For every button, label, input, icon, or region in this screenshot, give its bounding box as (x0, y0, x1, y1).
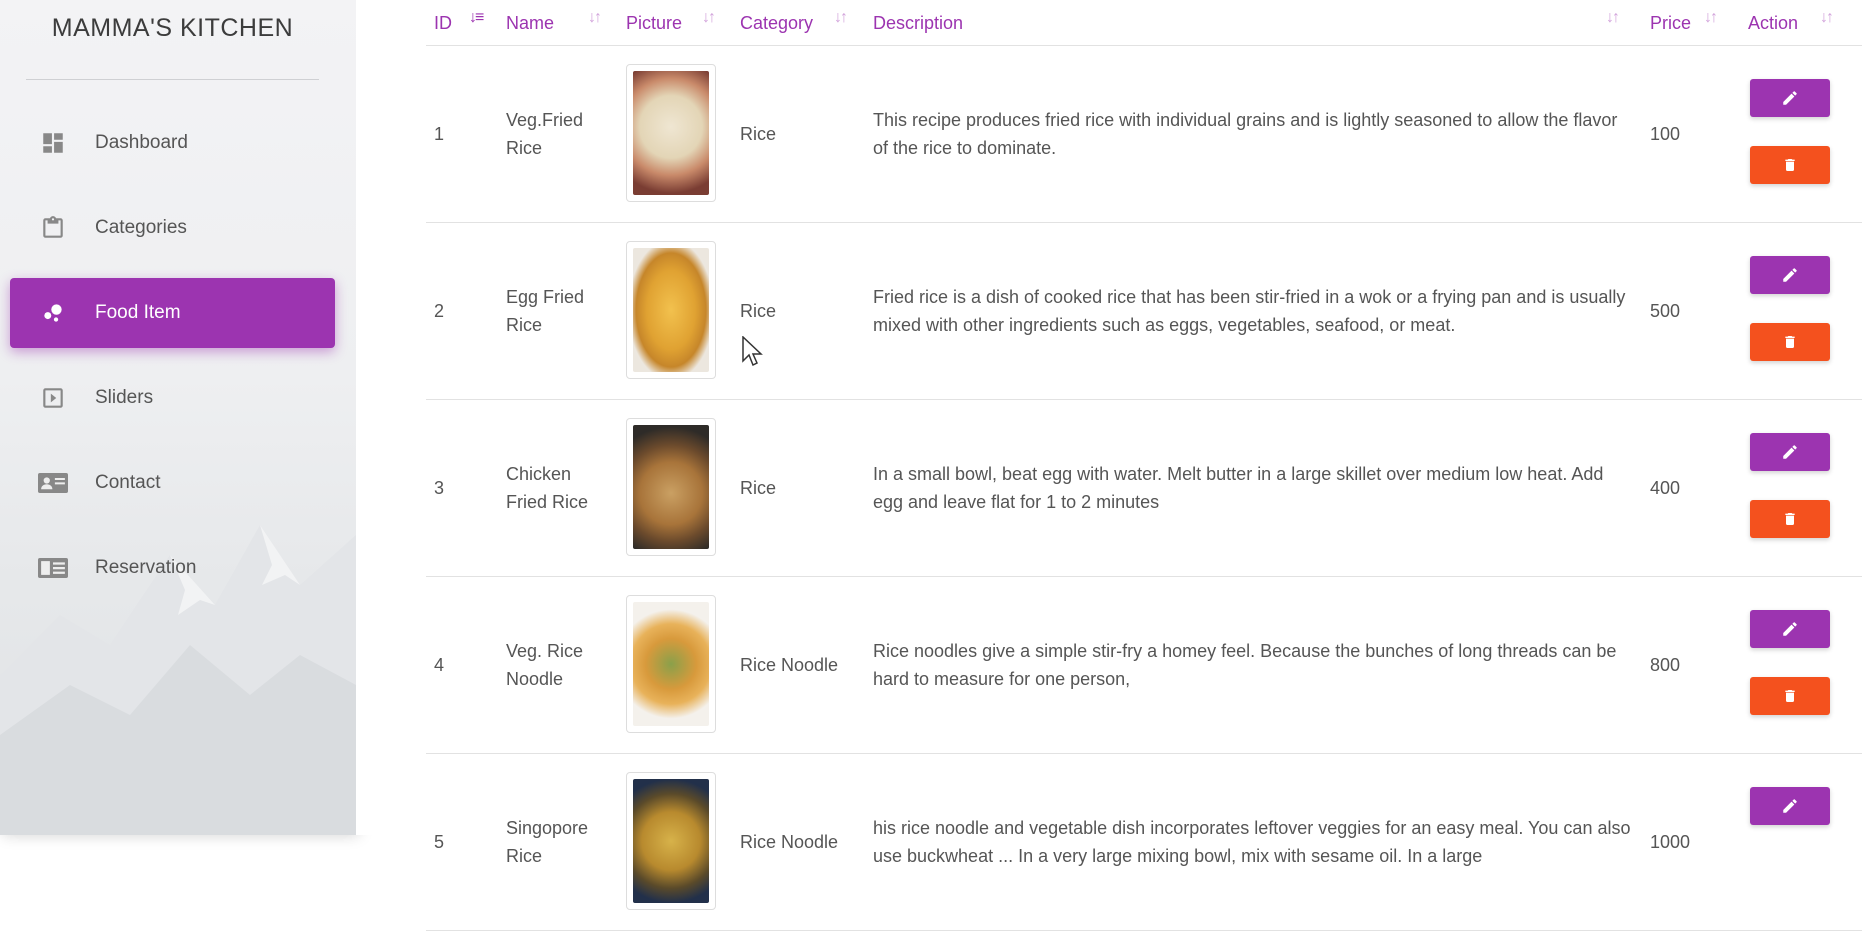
food-image (626, 64, 716, 202)
cell-description: Rice noodles give a simple stir-fry a ho… (873, 641, 1617, 689)
cell-description: In a small bowl, beat egg with water. Me… (873, 464, 1604, 512)
contact-card-icon (38, 468, 68, 498)
cell-price: 100 (1650, 124, 1681, 144)
sidebar-nav: Dashboard Categories Food Item Sliders C… (10, 108, 335, 618)
trash-icon (1785, 159, 1795, 171)
cell-category: Rice Noodle (740, 655, 839, 675)
edit-button[interactable] (1750, 787, 1830, 825)
trash-icon (1785, 513, 1795, 525)
column-header-description[interactable]: Description (873, 0, 963, 45)
pencil-icon (1783, 91, 1797, 105)
pencil-icon (1783, 445, 1797, 459)
delete-button[interactable] (1750, 677, 1830, 715)
sidebar-item-dashboard[interactable]: Dashboard (10, 108, 335, 178)
food-image (626, 241, 716, 379)
edit-button[interactable] (1750, 256, 1830, 294)
sort-icon[interactable]: ↓↑ (1704, 9, 1718, 27)
sidebar-item-label: Reservation (95, 557, 197, 578)
sidebar-item-categories[interactable]: Categories (10, 193, 335, 263)
sidebar-item-contact[interactable]: Contact (10, 448, 335, 518)
table-row: 1 Veg.Fried Rice Rice This recipe produc… (426, 46, 1862, 223)
column-header-picture[interactable]: Picture (626, 0, 682, 45)
food-image (626, 772, 716, 910)
slideshow-icon (38, 383, 68, 413)
sidebar-item-label: Contact (95, 472, 161, 493)
cell-category: Rice (740, 124, 777, 144)
cell-price: 400 (1650, 478, 1681, 498)
cell-id: 1 (434, 124, 445, 144)
cell-name: Chicken Fried Rice (506, 464, 589, 512)
cell-id: 3 (434, 478, 445, 498)
sidebar-item-label: Categories (95, 217, 187, 238)
mouse-cursor-icon (742, 336, 763, 367)
cell-name: Singopore Rice (506, 818, 589, 866)
cell-category: Rice Noodle (740, 832, 839, 852)
trash-icon (1785, 690, 1795, 702)
column-header-action: Action (1748, 13, 1799, 33)
edit-button[interactable] (1750, 433, 1830, 471)
sort-icon[interactable]: ↓↑ (702, 9, 716, 27)
sidebar-item-food-item[interactable]: Food Item (10, 278, 335, 348)
delete-button[interactable] (1750, 146, 1830, 184)
sidebar-item-label: Dashboard (95, 132, 188, 153)
column-header-id[interactable]: ID (434, 0, 452, 45)
table-row: 4 Veg. Rice Noodle Rice Noodle Rice nood… (426, 577, 1862, 754)
delete-button[interactable] (1750, 500, 1830, 538)
food-image (626, 418, 716, 556)
cell-category: Rice (740, 301, 777, 321)
sort-icon[interactable]: ↓↑ (834, 9, 848, 27)
cell-name: Veg. Rice Noodle (506, 641, 584, 689)
edit-button[interactable] (1750, 79, 1830, 117)
cell-name: Egg Fried Rice (506, 287, 585, 335)
delete-button[interactable] (1750, 323, 1830, 361)
column-header-price[interactable]: Price (1650, 0, 1691, 45)
sidebar-item-label: Food Item (95, 302, 181, 323)
table-row: 2 Egg Fried Rice Rice Fried rice is a di… (426, 223, 1862, 400)
dashboard-icon (38, 128, 68, 158)
sort-icon[interactable]: ↓↑ (1820, 9, 1834, 27)
brand-title: MAMMA'S KITCHEN (51, 14, 294, 42)
food-image (626, 595, 716, 733)
sidebar-item-label: Sliders (95, 387, 154, 408)
cell-name: Veg.Fried Rice (506, 110, 584, 158)
cell-price: 500 (1650, 301, 1681, 321)
sort-icon[interactable]: ↓≡ (469, 9, 484, 27)
cell-description: This recipe produces fried rice with ind… (873, 110, 1618, 158)
cell-price: 800 (1650, 655, 1681, 675)
column-header-category[interactable]: Category (740, 0, 813, 45)
cell-id: 5 (434, 832, 445, 852)
sort-icon[interactable]: ↓↑ (588, 9, 602, 27)
brand-divider (26, 79, 319, 80)
table-row: 5 Singopore Rice Rice Noodle his rice no… (426, 754, 1862, 931)
cell-id: 4 (434, 655, 445, 675)
sidebar-item-sliders[interactable]: Sliders (10, 363, 335, 433)
bubble-chart-icon (38, 298, 68, 328)
cell-price: 1000 (1650, 832, 1691, 852)
main-content: ID ↓≡ Name ↓↑ Picture ↓↑ Category ↓↑ Des… (356, 0, 1862, 931)
table-header: ID ↓≡ Name ↓↑ Picture ↓↑ Category ↓↑ Des… (426, 0, 1862, 46)
edit-button[interactable] (1750, 610, 1830, 648)
sidebar: MAMMA'S KITCHEN Dashboard Categories Foo… (0, 0, 356, 835)
clipboard-icon (38, 213, 68, 243)
pencil-icon (1783, 799, 1797, 813)
sort-icon[interactable]: ↓↑ (1606, 9, 1620, 27)
cell-category: Rice (740, 478, 777, 498)
food-item-table: ID ↓≡ Name ↓↑ Picture ↓↑ Category ↓↑ Des… (426, 0, 1862, 931)
trash-icon (1785, 336, 1795, 348)
reservation-icon (38, 553, 68, 583)
cell-description: Fried rice is a dish of cooked rice that… (873, 287, 1626, 335)
sidebar-item-reservation[interactable]: Reservation (10, 533, 335, 603)
pencil-icon (1783, 268, 1797, 282)
pencil-icon (1783, 622, 1797, 636)
table-row: 3 Chicken Fried Rice Rice In a small bow… (426, 400, 1862, 577)
cell-id: 2 (434, 301, 445, 321)
cell-description: his rice noodle and vegetable dish incor… (873, 818, 1631, 866)
column-header-name[interactable]: Name (506, 0, 554, 45)
